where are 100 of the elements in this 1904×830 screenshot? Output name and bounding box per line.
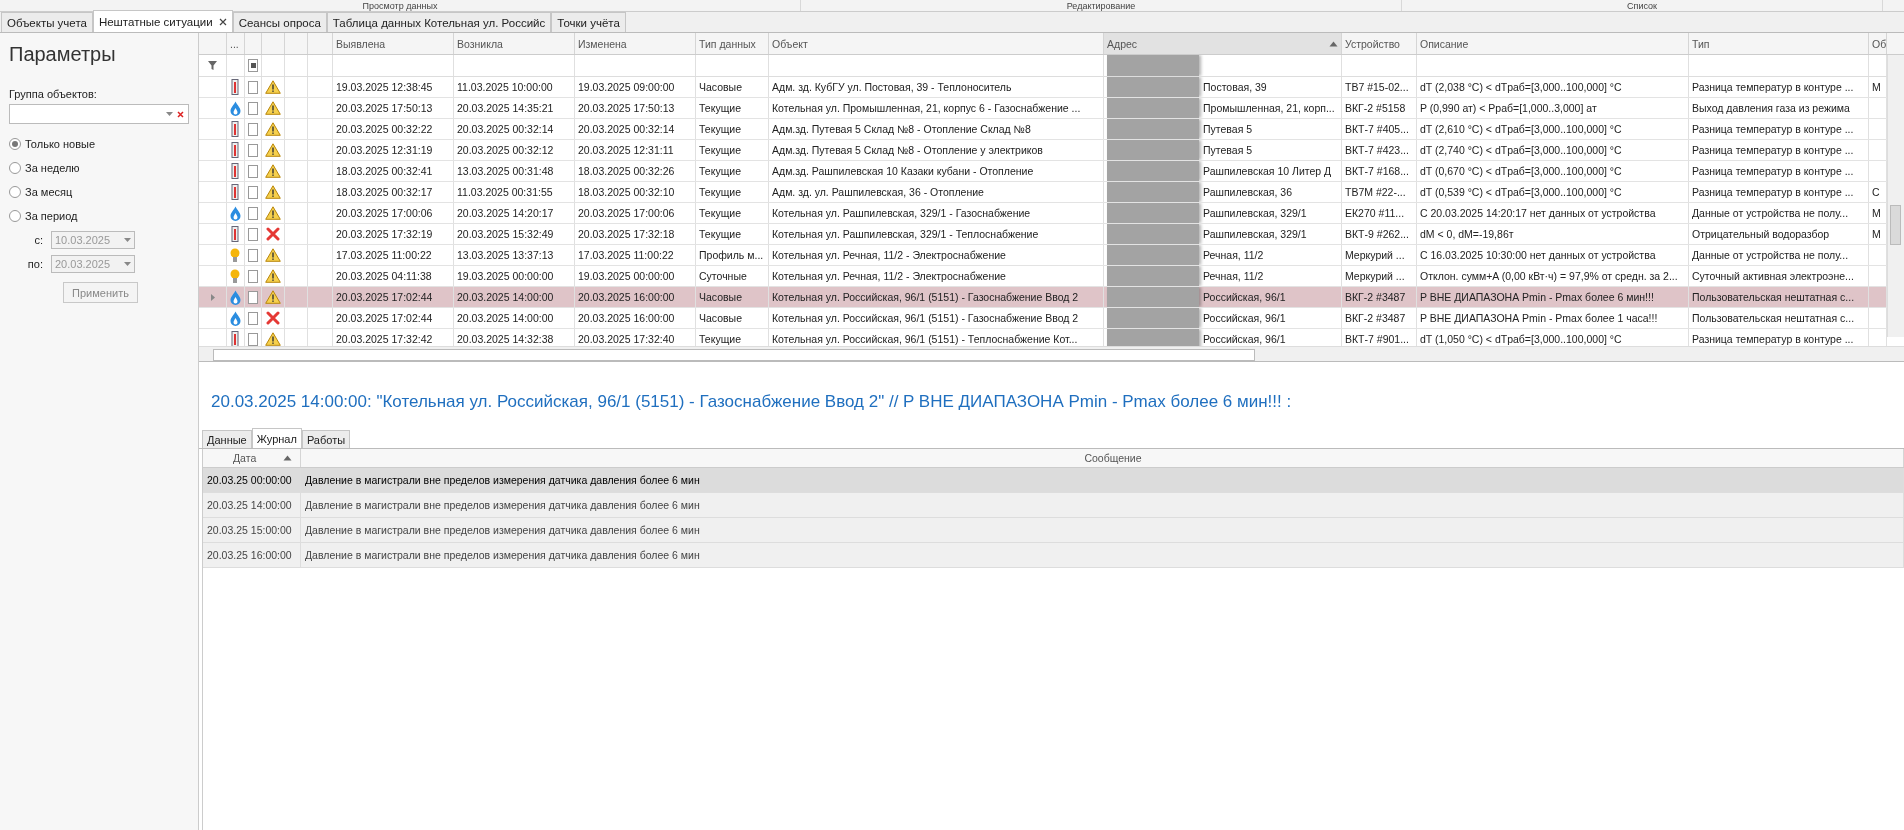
ribbon-group-label: Список — [1627, 0, 1657, 11]
table-row[interactable] — [199, 119, 1887, 140]
column-header[interactable]: Возникла — [454, 33, 575, 54]
table-cell: Российская, 96/1 — [1203, 333, 1286, 345]
table-cell: Пользовательская нештатная с... — [1689, 287, 1869, 307]
table-row[interactable] — [199, 203, 1887, 224]
radio-label: За период — [25, 210, 78, 222]
column-header[interactable]: Изменена — [575, 33, 696, 54]
column-header[interactable]: ... — [227, 33, 245, 54]
table-cell: Часовые — [696, 77, 769, 97]
detail-tab[interactable]: Журнал — [251, 428, 302, 448]
row-checkbox[interactable] — [248, 269, 258, 283]
radio-button[interactable] — [9, 138, 21, 150]
document-tab[interactable]: Точки учёта — [551, 12, 626, 32]
log-row[interactable]: 20.03.25 16:00:00 Давление в магистрали вне пределов измерения датчика давления более 6 мин — [203, 543, 1904, 568]
panel-title: Параметры — [9, 43, 117, 66]
select-all-checkbox[interactable] — [248, 59, 258, 72]
table-cell: dT (2,740 °C) < dTраб=[3,000..100,000] °C — [1417, 140, 1689, 160]
radio-label: За неделю — [25, 162, 80, 174]
table-cell: Текущие — [696, 161, 769, 181]
thermometer-icon — [231, 226, 239, 242]
table-row[interactable] — [199, 287, 1887, 308]
table-cell: Разница температур в контуре ... — [1689, 161, 1869, 181]
table-row[interactable] — [199, 308, 1887, 329]
table-row[interactable] — [199, 266, 1887, 287]
table-row[interactable] — [199, 245, 1887, 266]
table-cell: 20.03.2025 00:32:14 — [575, 119, 696, 139]
table-cell: 20.03.2025 04:11:38 — [333, 266, 454, 286]
table-cell: 20.03.2025 17:50:13 — [575, 98, 696, 118]
table-cell: 18.03.2025 00:32:41 — [333, 161, 454, 181]
row-checkbox[interactable] — [248, 332, 258, 346]
table-row[interactable] — [199, 182, 1887, 203]
table-cell: dM < 0, dM=-19,86т — [1417, 224, 1689, 244]
row-checkbox[interactable] — [248, 80, 258, 94]
row-checkbox[interactable] — [248, 164, 258, 178]
column-header[interactable]: Описание — [1417, 33, 1689, 54]
table-row[interactable] — [199, 161, 1887, 182]
detail-tab[interactable]: Работы — [301, 430, 351, 448]
row-checkbox[interactable] — [248, 122, 258, 136]
column-header[interactable]: Об — [1869, 33, 1887, 54]
table-cell: Адм. зд. ул. Рашпилевская, 36 - Отопление — [769, 182, 1104, 202]
column-header[interactable]: Тип данных — [696, 33, 769, 54]
column-header[interactable]: Сообщение — [301, 449, 1904, 467]
sort-arrow-icon — [283, 455, 292, 461]
document-tab[interactable]: Объекты учета — [1, 12, 93, 32]
table-cell: Разница температур в контуре ... — [1689, 119, 1869, 139]
row-checkbox[interactable] — [248, 227, 258, 241]
table-cell: Промышленная, 21, корп... — [1203, 102, 1335, 114]
table-row[interactable] — [199, 77, 1887, 98]
table-cell: Адм.зд. Рашпилевская 10 Казаки кубани - Отопление — [769, 161, 1104, 181]
document-tab[interactable]: Нештатные ситуации — [92, 10, 233, 32]
table-cell: 20.03.25 14:00:00 — [203, 493, 301, 517]
table-cell: Часовые — [696, 308, 769, 328]
row-checkbox[interactable] — [248, 248, 258, 262]
document-tab[interactable]: Сеансы опроса — [232, 12, 327, 32]
column-header[interactable]: Дата — [203, 449, 301, 467]
table-row[interactable]: 20.03.2025 17:32:19 20.03.2025 15:32:49 20.03.2025 17:32:18 Текущие Котельная ул. Рашпилевская, 329/1 - Теплоснабжение Рашпилевская, 329/1 ВКТ-9 #262... dM < 0, dM=-19,86т Отрицательный водоразбор М — [199, 224, 1887, 245]
table-row[interactable] — [199, 140, 1887, 161]
row-checkbox[interactable] — [248, 101, 258, 115]
filter-icon[interactable] — [208, 61, 217, 70]
log-row[interactable]: 20.03.25 14:00:00 Давление в магистрали вне пределов измерения датчика давления более 6 мин — [203, 493, 1904, 518]
horizontal-scrollbar[interactable] — [199, 346, 1904, 361]
log-row[interactable]: 20.03.25 15:00:00 Давление в магистрали вне пределов измерения датчика давления более 6 мин — [203, 518, 1904, 543]
table-cell: 20.03.2025 00:32:14 — [454, 119, 575, 139]
table-row[interactable] — [199, 98, 1887, 119]
detail-tab[interactable]: Данные — [202, 430, 252, 448]
table-cell: ВКТ-7 #423... — [1342, 140, 1417, 160]
row-checkbox[interactable] — [248, 206, 258, 220]
radio-button[interactable] — [9, 162, 21, 174]
radio-button[interactable] — [9, 210, 21, 222]
column-header[interactable]: Устройство — [1342, 33, 1417, 54]
table-cell: 20.03.2025 14:20:17 — [454, 203, 575, 223]
table-cell: dT (0,539 °C) < dTраб=[3,000..100,000] °C — [1417, 182, 1689, 202]
table-cell: 20.03.2025 00:32:22 — [333, 119, 454, 139]
warning-icon — [265, 122, 281, 136]
row-checkbox[interactable] — [248, 290, 258, 304]
column-header[interactable]: Тип — [1689, 33, 1869, 54]
document-tab[interactable]: Таблица данных Котельная ул. Российс — [326, 12, 552, 32]
table-cell: Выход давления газа из режима — [1689, 98, 1869, 118]
table-cell: 20.03.2025 17:50:13 — [333, 98, 454, 118]
vertical-scrollbar[interactable] — [1887, 55, 1904, 337]
error-cross-icon — [266, 227, 280, 241]
row-checkbox[interactable] — [248, 143, 258, 157]
clear-icon[interactable] — [177, 110, 184, 118]
thermometer-icon — [231, 163, 239, 179]
log-row[interactable]: 20.03.25 00:00:00 Давление в магистрали вне пределов измерения датчика давления более 6 мин — [203, 468, 1904, 493]
row-checkbox[interactable] — [248, 311, 258, 325]
close-icon[interactable] — [218, 17, 227, 26]
table-cell: 20.03.2025 12:31:11 — [575, 140, 696, 160]
table-cell: Котельная ул. Рашпилевская, 329/1 - Теплоснабжение — [769, 224, 1104, 244]
table-cell: Текущие — [696, 98, 769, 118]
table-cell: Данные от устройства не полу... — [1689, 245, 1869, 265]
radio-button[interactable] — [9, 186, 21, 198]
row-checkbox[interactable] — [248, 185, 258, 199]
table-cell: Рашпилевская, 329/1 — [1203, 228, 1307, 240]
table-cell: Давление в магистрали вне пределов измерения датчика давления более 6 мин — [301, 543, 1904, 567]
water-drop-icon — [229, 289, 241, 305]
column-header[interactable]: Выявлена — [333, 33, 454, 54]
column-header[interactable]: Адрес — [1104, 33, 1342, 54]
table-cell: Российская, 96/1 — [1203, 312, 1286, 324]
